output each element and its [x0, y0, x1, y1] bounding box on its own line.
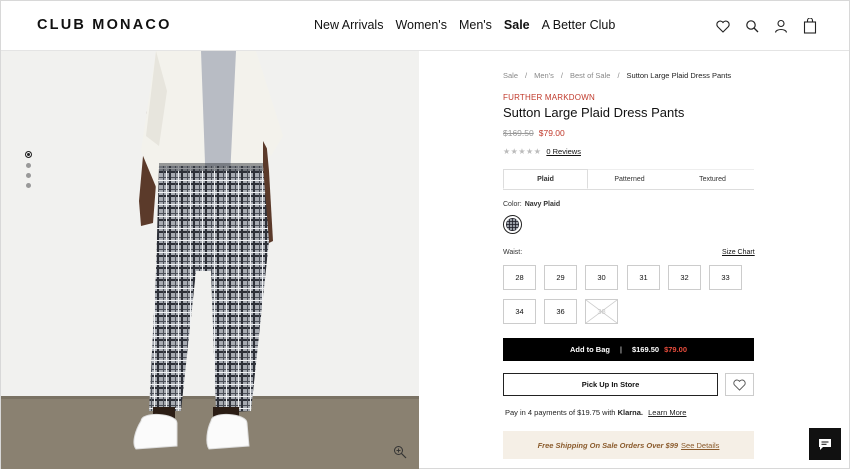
- wishlist-button[interactable]: [725, 373, 754, 396]
- gallery-dot[interactable]: [25, 151, 32, 158]
- site-header: CLUB MONACO New Arrivals Women's Men's S…: [1, 1, 849, 51]
- breadcrumb-best-of-sale[interactable]: Best of Sale: [570, 71, 610, 80]
- gallery-dot[interactable]: [26, 163, 31, 168]
- gallery-dot[interactable]: [26, 173, 31, 178]
- color-label-text: Color:: [503, 201, 522, 208]
- color-label: Color: Navy Plaid: [503, 201, 560, 208]
- swatch-fill: [506, 218, 519, 231]
- bag-price-sale: $79.00: [664, 345, 688, 354]
- nav-womens[interactable]: Women's: [395, 18, 446, 32]
- add-to-bag-separator: |: [619, 345, 622, 354]
- size-option[interactable]: 30: [585, 265, 618, 290]
- tab-plaid[interactable]: Plaid: [503, 169, 588, 189]
- star-rating-icon: ★★★★★: [503, 147, 542, 156]
- bag-price-original: $169.50: [631, 345, 660, 354]
- waist-label: Waist:: [503, 249, 523, 256]
- add-to-bag-label: Add to Bag: [569, 345, 610, 354]
- heart-icon: [733, 379, 746, 391]
- nav-mens[interactable]: Men's: [459, 18, 492, 32]
- header-icons: [713, 15, 829, 37]
- product-image[interactable]: [1, 51, 419, 469]
- klarna-message: Pay in 4 payments of $19.75 with Klarna.…: [505, 408, 686, 417]
- bag-icon[interactable]: [800, 15, 820, 37]
- search-icon[interactable]: [742, 15, 762, 37]
- klarna-learn-more-link[interactable]: Learn More: [648, 408, 686, 417]
- size-option[interactable]: 34: [503, 299, 536, 324]
- breadcrumb-current: Sutton Large Plaid Dress Pants: [626, 71, 732, 80]
- nav-a-better-club[interactable]: A Better Club: [542, 18, 616, 32]
- color-swatch-navy-plaid[interactable]: [503, 215, 522, 234]
- size-option[interactable]: 31: [627, 265, 660, 290]
- breadcrumb: Sale / Men's / Best of Sale / Sutton Large Pla…: [503, 71, 732, 80]
- account-icon[interactable]: [771, 15, 791, 37]
- klarna-logo: Klarna.: [617, 408, 644, 417]
- color-value: Navy Plaid: [524, 201, 561, 208]
- price-block: $169.50 $79.00: [503, 128, 565, 138]
- breadcrumb-sale[interactable]: Sale: [503, 71, 518, 80]
- breadcrumb-mens[interactable]: Men's: [534, 71, 554, 80]
- size-option-unavailable: 38: [585, 299, 618, 324]
- pick-up-in-store-button[interactable]: Pick Up In Store: [503, 373, 718, 396]
- rating-row: ★★★★★ 0 Reviews: [503, 147, 581, 156]
- size-option[interactable]: 36: [544, 299, 577, 324]
- reviews-link[interactable]: 0 Reviews: [546, 147, 581, 156]
- original-price: $169.50: [503, 128, 534, 138]
- klarna-text: Pay in 4 payments of $19.75 with: [505, 408, 616, 417]
- shipping-text: Free Shipping On Sale Orders Over $99: [537, 440, 679, 450]
- shipping-banner: Free Shipping On Sale Orders Over $99 Se…: [503, 431, 754, 459]
- main-nav: New Arrivals Women's Men's Sale A Better…: [314, 18, 627, 32]
- size-option[interactable]: 33: [709, 265, 742, 290]
- zoom-icon[interactable]: [393, 445, 407, 459]
- tab-patterned[interactable]: Patterned: [588, 169, 671, 189]
- gallery-dots: [25, 151, 32, 193]
- nav-sale[interactable]: Sale: [504, 18, 530, 32]
- size-chart-link[interactable]: Size Chart: [722, 249, 755, 256]
- chat-icon: [819, 438, 831, 450]
- product-title: Sutton Large Plaid Dress Pants: [503, 105, 685, 120]
- markdown-badge: FURTHER MARKDOWN: [503, 93, 595, 102]
- pattern-tabs: Plaid Patterned Textured: [503, 169, 754, 190]
- gallery-dot[interactable]: [26, 183, 31, 188]
- sale-price: $79.00: [538, 128, 565, 138]
- brand-logo[interactable]: CLUB MONACO: [37, 17, 172, 33]
- tab-textured[interactable]: Textured: [671, 169, 754, 189]
- size-option[interactable]: 28: [503, 265, 536, 290]
- size-option-label: 38: [597, 307, 606, 316]
- size-option[interactable]: 29: [544, 265, 577, 290]
- chat-button[interactable]: [809, 428, 841, 460]
- heart-icon[interactable]: [713, 15, 733, 37]
- see-details-link[interactable]: See Details: [681, 441, 719, 450]
- size-option[interactable]: 32: [668, 265, 701, 290]
- nav-new-arrivals[interactable]: New Arrivals: [314, 18, 383, 32]
- add-to-bag-button[interactable]: Add to Bag | $169.50 $79.00: [503, 338, 754, 361]
